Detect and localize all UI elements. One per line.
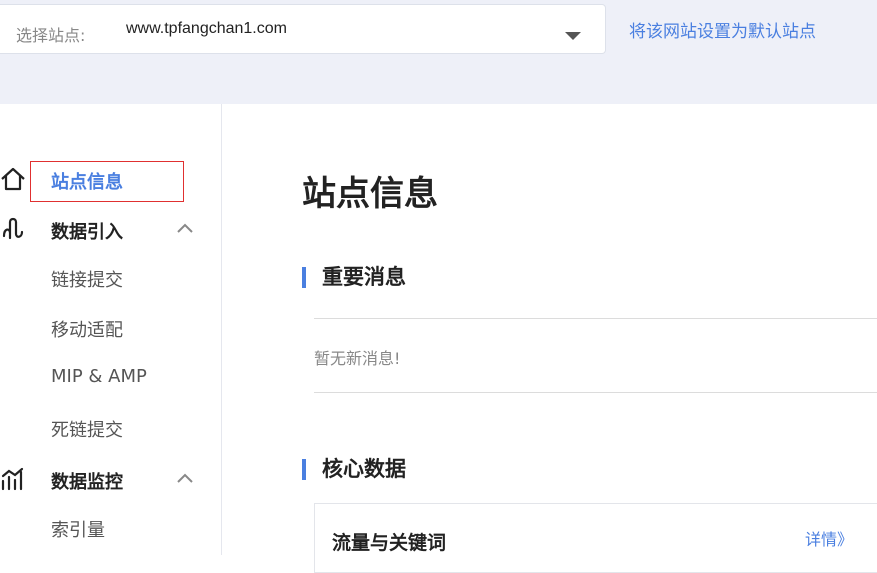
traffic-keywords-card: 流量与关键词 详情》 <box>314 503 877 573</box>
empty-news-message: 暂无新消息! <box>314 349 401 368</box>
sidebar-item-mobile-adapt[interactable]: 移动适配 <box>0 306 222 346</box>
sidebar-item-label: 链接提交 <box>51 270 123 291</box>
divider <box>314 318 877 319</box>
chevron-up-icon[interactable] <box>176 472 194 484</box>
sidebar-item-label: 移动适配 <box>51 320 123 341</box>
sidebar-group-data-import[interactable]: 数据引入 <box>0 208 222 248</box>
sidebar-item-index-count[interactable]: 索引量 <box>0 506 222 546</box>
section-title-important-news: 重要消息 <box>302 264 406 290</box>
sidebar-item-dead-link-submit[interactable]: 死链提交 <box>0 406 222 446</box>
set-default-site-link[interactable]: 将该网站设置为默认站点 <box>629 17 816 42</box>
home-icon <box>1 167 25 191</box>
sidebar-group-data-monitor[interactable]: 数据监控 <box>0 458 222 498</box>
site-select-label: 选择站点: <box>16 26 86 45</box>
details-link[interactable]: 详情》 <box>805 526 853 550</box>
data-import-icon <box>2 217 24 240</box>
card-title: 流量与关键词 <box>332 532 447 554</box>
divider <box>314 392 877 393</box>
chart-icon <box>1 467 24 491</box>
sidebar-group-label: 数据监控 <box>51 472 123 493</box>
chevron-up-icon[interactable] <box>176 222 194 234</box>
sidebar-item-link-submit[interactable]: 链接提交 <box>0 256 222 296</box>
sidebar-group-label: 数据引入 <box>51 222 123 243</box>
sidebar-item-label: MIP & AMP <box>51 366 147 387</box>
highlight-box <box>30 161 184 202</box>
sidebar-item-label: 索引量 <box>51 520 105 541</box>
sidebar-item-label: 死链提交 <box>51 420 123 441</box>
main-content: 站点信息 重要消息 暂无新消息! 核心数据 流量与关键词 详情》 <box>222 104 877 573</box>
site-select-dropdown[interactable]: 选择站点: www.tpfangchan1.com <box>0 4 606 54</box>
site-select-value[interactable]: www.tpfangchan1.com <box>126 20 287 38</box>
sidebar-item-mip-amp[interactable]: MIP & AMP <box>0 356 222 396</box>
page-title: 站点信息 <box>302 174 438 214</box>
caret-down-icon[interactable] <box>565 32 581 40</box>
section-title-core-data: 核心数据 <box>302 456 406 482</box>
top-bar: 选择站点: www.tpfangchan1.com 将该网站设置为默认站点 <box>0 0 877 104</box>
